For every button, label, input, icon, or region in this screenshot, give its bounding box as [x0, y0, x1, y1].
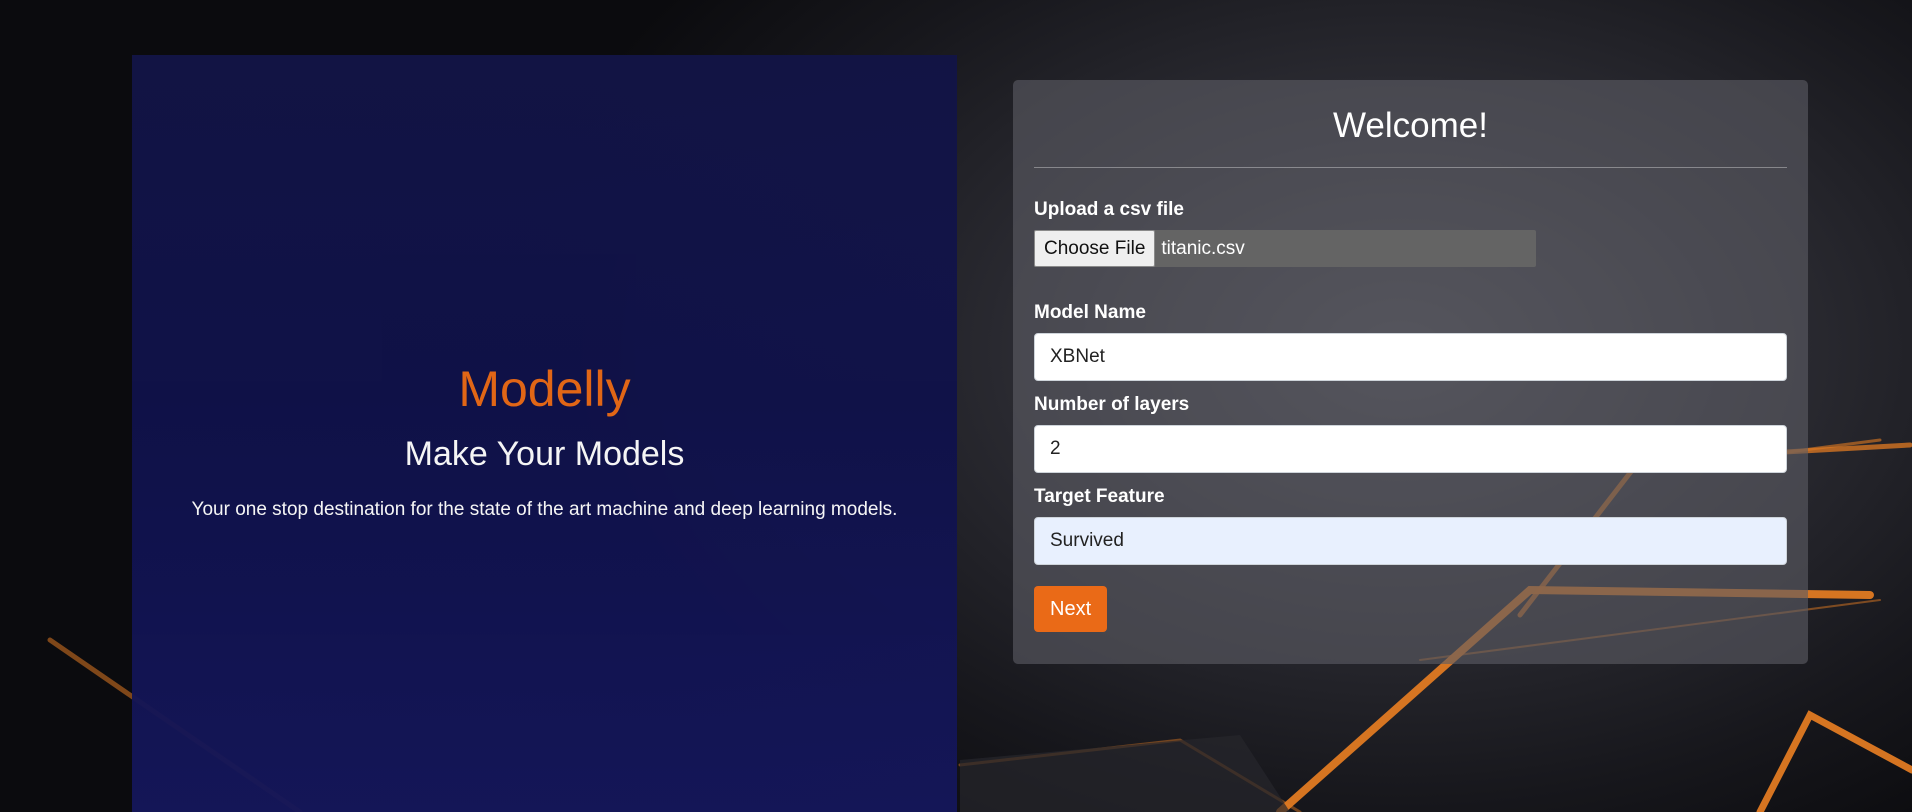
upload-label: Upload a csv file	[1034, 199, 1184, 220]
layers-label: Number of layers	[1034, 394, 1190, 415]
choose-file-button[interactable]: Choose File	[1034, 230, 1156, 267]
model-name-input[interactable]	[1034, 333, 1787, 381]
hero-content: Modelly Make Your Models Your one stop d…	[132, 353, 957, 523]
hero-description: Your one stop destination for the state …	[191, 499, 898, 520]
form-divider	[1034, 167, 1787, 168]
file-upload-field[interactable]: Choose File titanic.csv	[1034, 230, 1536, 267]
selected-file-name: titanic.csv	[1161, 237, 1245, 259]
model-name-label: Model Name	[1034, 302, 1146, 323]
brand-title: Modelly	[458, 361, 631, 417]
hero-subtitle: Make Your Models	[404, 435, 685, 473]
target-feature-label: Target Feature	[1034, 486, 1165, 507]
model-form-card: Welcome! Upload a csv file Choose File t…	[1013, 80, 1808, 664]
target-feature-input[interactable]	[1034, 517, 1787, 565]
form-heading: Welcome!	[1333, 106, 1488, 145]
next-button[interactable]: Next	[1034, 586, 1108, 632]
hero-panel: Modelly Make Your Models Your one stop d…	[132, 55, 957, 812]
layers-input[interactable]	[1034, 425, 1787, 473]
